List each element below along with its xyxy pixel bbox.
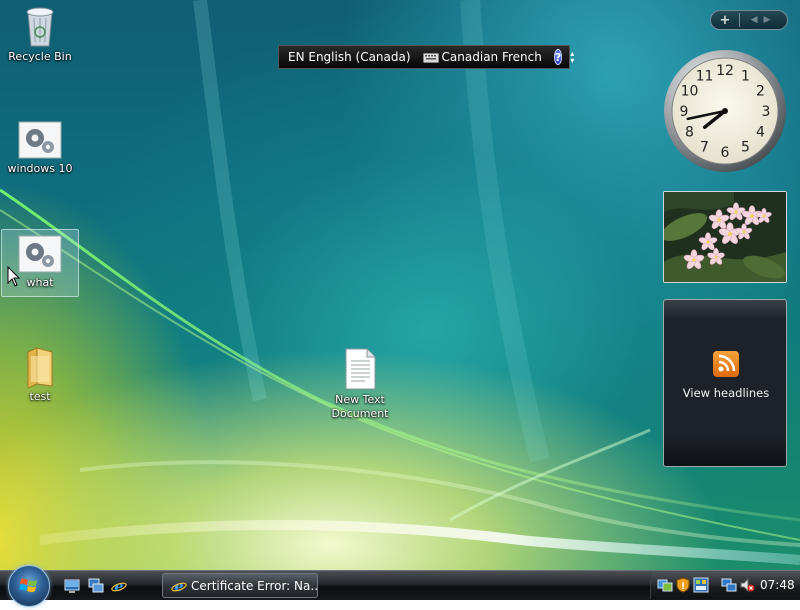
clock-numeral: 12 (716, 63, 734, 79)
recycle-bin-icon (26, 7, 54, 47)
desktop-background: Recycle Bin windows 10 what test New Tex… (0, 0, 800, 570)
clock-numeral: 3 (762, 104, 771, 120)
internet-explorer-icon: e (171, 579, 187, 594)
taskbar-window-button[interactable]: e Certificate Error: Na... (162, 573, 318, 598)
language-bar[interactable]: EN English (Canada) Canadian French ? ▴ ▾ (278, 45, 574, 69)
clock-numeral: 6 (721, 145, 730, 161)
clock-numeral: 8 (685, 125, 694, 141)
clock-numeral: 11 (696, 69, 714, 85)
desktop-icon-label: Recycle Bin (8, 50, 72, 63)
network-icon[interactable] (721, 577, 737, 593)
windows-logo-icon (19, 578, 37, 593)
clock-gadget[interactable]: 1 2 3 4 5 6 7 8 9 10 11 12 (662, 48, 788, 178)
desktop-icon-recycle-bin[interactable]: Recycle Bin (2, 4, 78, 64)
taskbar-window-title: Certificate Error: Na... (191, 578, 317, 593)
desktop-icon-label: what (26, 276, 54, 289)
clock-numeral: 7 (700, 140, 709, 156)
mouse-cursor-icon (7, 266, 21, 287)
volume-muted-icon[interactable] (739, 577, 755, 593)
desktop-icon-new-text-document[interactable]: New Text Document (322, 347, 398, 421)
settings-shortcut-icon (18, 121, 62, 159)
clock-numeral: 9 (680, 104, 689, 120)
keyboard-icon (422, 53, 439, 63)
svg-text:e: e (115, 579, 124, 594)
settings-shortcut-icon (18, 235, 62, 273)
taskbar: e e Certificate Error: Na... ! 07:48 (0, 565, 800, 607)
switch-windows-icon[interactable] (88, 578, 104, 594)
text-document-icon (345, 348, 376, 390)
clock-numeral: 4 (756, 125, 765, 141)
rss-feed-icon (713, 351, 739, 377)
clock-numeral: 1 (741, 69, 750, 85)
desktop-icon-windows-10[interactable]: windows 10 (2, 120, 78, 176)
language-bar-options-icon[interactable]: ▴ ▾ (570, 50, 574, 65)
language-selector[interactable]: EN English (Canada) (288, 50, 411, 64)
analog-clock-face: 1234567891011 12 (664, 50, 786, 172)
desktop-icon-label: test (29, 390, 51, 403)
clock-numeral: 10 (681, 84, 699, 100)
svg-text:e: e (175, 579, 184, 594)
help-icon[interactable]: ? (553, 49, 563, 65)
svg-text:!: ! (681, 582, 685, 592)
start-button[interactable] (8, 565, 50, 607)
sidebar-controls: + ◀▶ (710, 10, 788, 30)
slideshow-photo (664, 192, 786, 282)
desktop-icon-test[interactable]: test (2, 344, 78, 404)
clock-numeral: 5 (741, 140, 750, 156)
feed-headlines-gadget[interactable]: View headlines (663, 299, 787, 467)
desktop-icon-label: New Text Document (331, 393, 389, 420)
folder-icon (27, 347, 53, 388)
clock-numeral: 2 (756, 84, 765, 100)
windows-update-icon[interactable] (657, 577, 673, 593)
internet-explorer-icon[interactable]: e (111, 578, 127, 594)
clock-center-pin (722, 108, 728, 114)
add-gadget-button[interactable]: + (711, 13, 739, 28)
desktop-icon-label: windows 10 (7, 162, 73, 175)
slideshow-gadget[interactable] (663, 191, 787, 283)
show-desktop-icon[interactable] (64, 578, 80, 594)
view-headlines-link[interactable]: View headlines (664, 386, 788, 400)
sidebar-tray-icon[interactable] (693, 577, 709, 593)
keyboard-layout-label: Canadian French (441, 50, 542, 64)
gadget-page-nav[interactable]: ◀▶ (740, 15, 787, 25)
keyboard-layout-selector[interactable]: Canadian French (422, 50, 542, 64)
system-tray: ! 07:48 (650, 572, 800, 599)
security-shield-icon[interactable]: ! (675, 577, 691, 593)
taskbar-clock[interactable]: 07:48 (760, 578, 795, 592)
